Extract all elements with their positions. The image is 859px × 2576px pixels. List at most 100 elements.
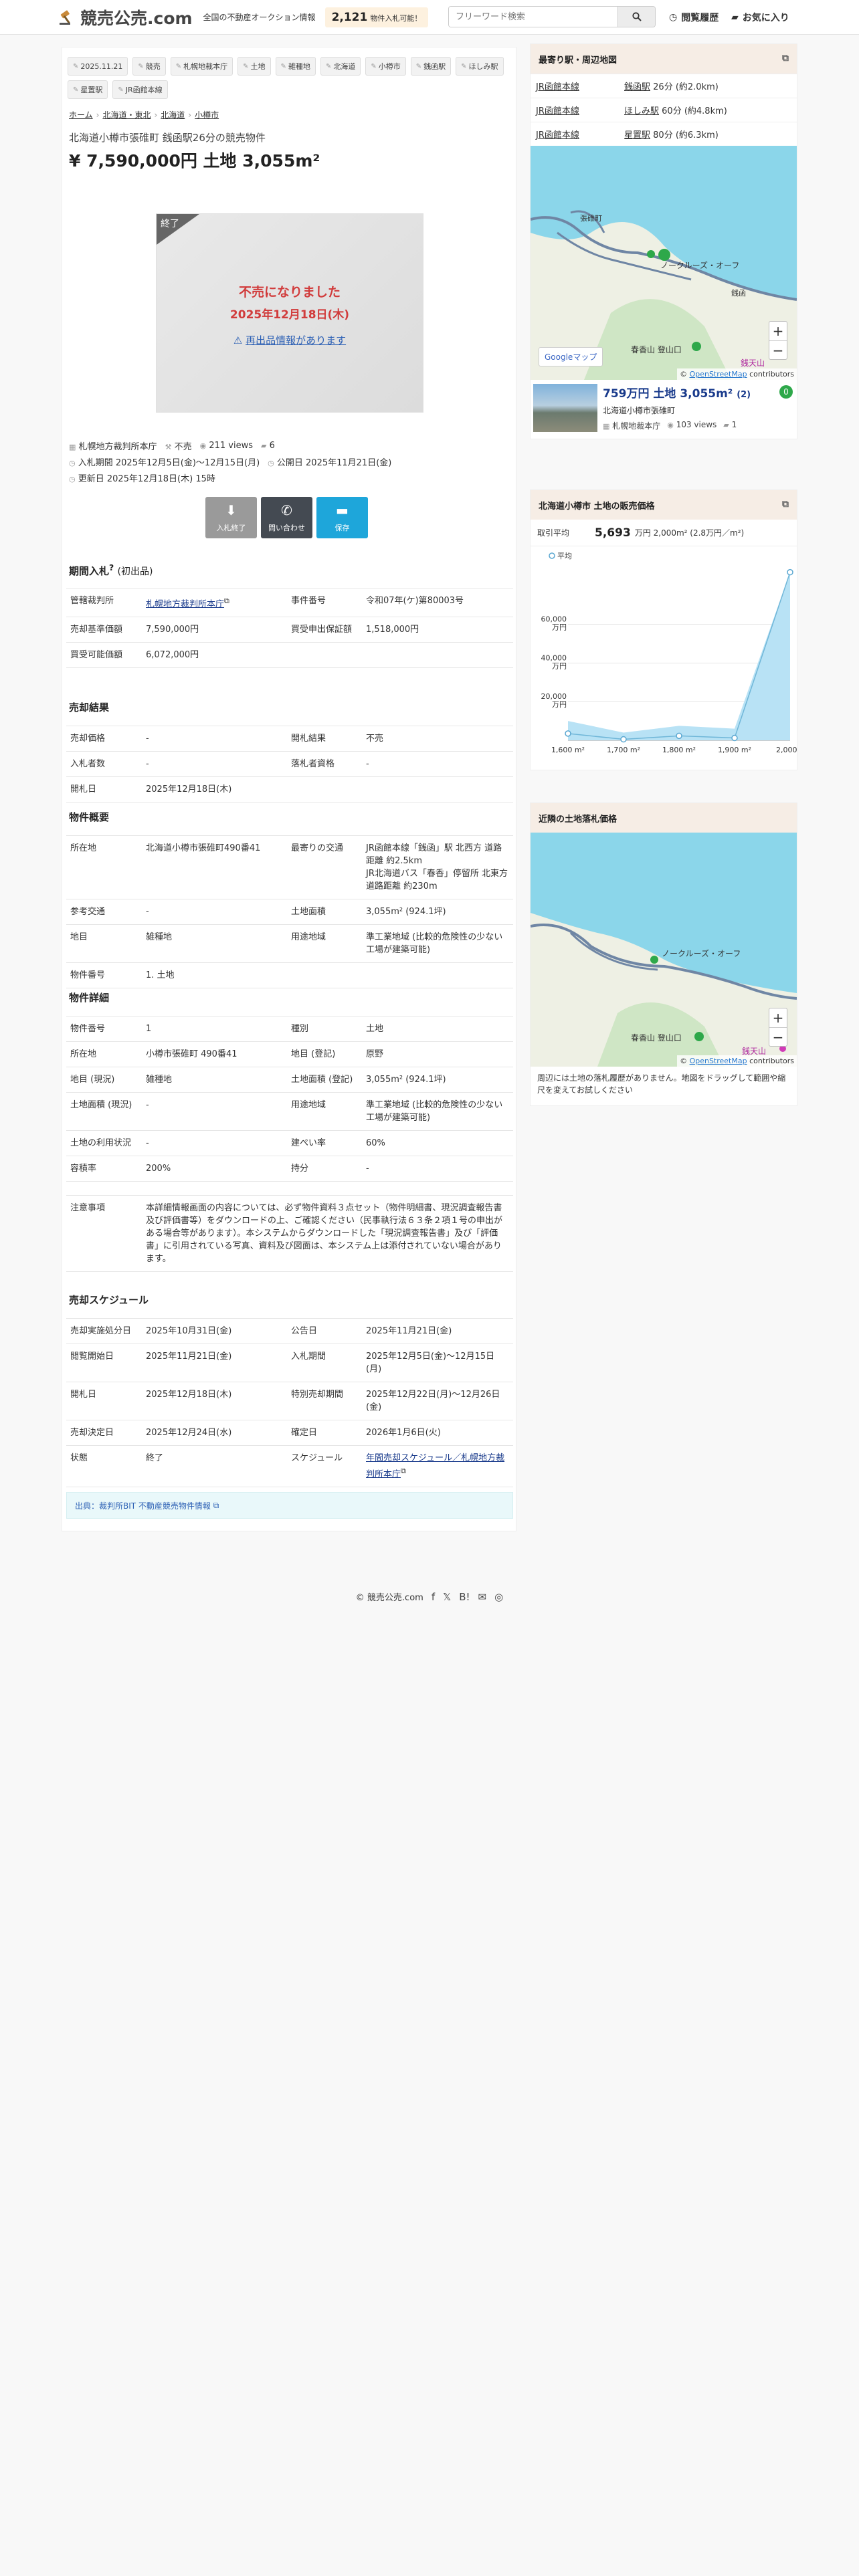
row-value-2-text: 令和07年(ケ)第80003号: [366, 596, 464, 606]
search-button[interactable]: [617, 7, 655, 27]
station-link[interactable]: ほしみ駅: [624, 106, 659, 116]
data-point[interactable]: [787, 568, 793, 576]
zoom-out-button[interactable]: −: [769, 340, 787, 359]
row-value-2: 2026年1月6日(火): [362, 1420, 513, 1446]
row-key-2: 用途地域: [287, 924, 362, 963]
data-point[interactable]: [565, 730, 571, 737]
tag-chip[interactable]: ✎ 小樽市: [365, 57, 406, 76]
table-row: 所在地 小樽市張碓町 490番41 地目 (登記) 原野: [66, 1041, 513, 1067]
social-icon[interactable]: ✉: [478, 1591, 487, 1603]
court-link[interactable]: 札幌地方裁判所本庁: [146, 599, 224, 609]
action-icon: ▬: [336, 502, 349, 518]
tag-chip[interactable]: ✎ 星置駅: [68, 80, 108, 99]
attrib-suffix: contributors: [749, 370, 794, 379]
tag-chip[interactable]: ✎ 競売: [132, 57, 166, 76]
external-link-icon[interactable]: ⧉: [782, 499, 789, 510]
nearby-property-card[interactable]: 759万円 土地 3,055m² (2) 北海道小樽市張碓町 ▦ 札幌地裁本庁 …: [531, 380, 797, 436]
property-subtitle: 北海道小樽市張碓町 銭函駅26分の競売物件: [69, 132, 266, 144]
notice-key: 注意事項: [66, 1195, 142, 1272]
station-link[interactable]: 星置駅: [624, 130, 650, 140]
row-value: 北海道小樽市張碓町490番41: [142, 835, 287, 899]
row-key: 物件番号: [66, 962, 142, 988]
tag-chip[interactable]: ✎ 2025.11.21: [68, 57, 128, 76]
tag-chip[interactable]: ✎ 土地: [237, 57, 271, 76]
row-value-text: 2025年12月18日(木): [146, 1390, 232, 1400]
nearby-header: 最寄り駅・周辺地図 ⧉: [531, 44, 797, 74]
social-icon[interactable]: 𝕏: [443, 1591, 451, 1603]
schedule-title: 売却スケジュール: [69, 1294, 149, 1306]
row-key-2: [287, 642, 362, 669]
meta-row-3: ◷ 更新日 2025年12月18日(木) 15時: [69, 471, 215, 484]
row-key: 開札日: [66, 776, 142, 802]
breadcrumb-link[interactable]: 小樽市: [195, 110, 219, 120]
osm-link[interactable]: OpenStreetMap: [690, 1057, 747, 1065]
zoom-in-button[interactable]: +: [769, 1008, 787, 1027]
breadcrumb-link[interactable]: ホーム: [69, 110, 93, 120]
source-note[interactable]: 出典：裁判所BIT 不動産競売物件情報 ⧉: [66, 1492, 513, 1519]
schedule-link[interactable]: 年間売却スケジュール／札幌地方裁判所本庁: [366, 1453, 504, 1479]
row-key-2: 事件番号: [287, 587, 362, 618]
nearby-court-text: 札幌地裁本庁: [612, 421, 661, 431]
google-map-button[interactable]: Googleマップ: [539, 347, 603, 366]
price-average-row: 取引平均 5,693 万円 2,000m² (2.8万円／m²): [531, 520, 797, 546]
breadcrumb-link[interactable]: 北海道・東北: [102, 110, 151, 120]
y-tick-label: 万円: [552, 623, 567, 632]
reappear-link[interactable]: 再出品情報があります: [246, 334, 346, 346]
external-link-icon[interactable]: ⧉: [782, 53, 789, 64]
row-value-2: [362, 962, 513, 988]
osm-link[interactable]: OpenStreetMap: [690, 370, 747, 379]
social-icon[interactable]: f: [432, 1591, 435, 1603]
nearby-sales-header: 近隣の土地落札価格: [531, 803, 797, 833]
nearby-court: ▦ 札幌地裁本庁: [603, 420, 660, 431]
favorites-label: お気に入り: [742, 13, 789, 23]
action-button[interactable]: ▬ 保存: [316, 497, 368, 538]
row-value-2: 3,055m² (924.1坪): [362, 1067, 513, 1093]
zoom-out-button[interactable]: −: [769, 1027, 787, 1046]
table-row: 土地面積 (現況) - 用途地域 準工業地域 (比較的危険性の少ない工場が建築可能): [66, 1092, 513, 1131]
social-icon[interactable]: B!: [459, 1591, 470, 1603]
data-point[interactable]: [731, 734, 738, 742]
row-value-text: 小樽市張碓町 490番41: [146, 1049, 237, 1059]
station-wrap: 銭函駅 26分 (約2.0km): [624, 80, 719, 92]
site-logo[interactable]: 競売公売.com: [59, 5, 193, 29]
data-point[interactable]: [620, 736, 627, 743]
history-label: 閲覧履歴: [681, 13, 719, 23]
help-icon[interactable]: ?: [109, 562, 114, 572]
data-point[interactable]: [676, 732, 682, 740]
tag-chip[interactable]: ✎ 北海道: [320, 57, 361, 76]
attrib-prefix: ©: [680, 1057, 688, 1065]
breadcrumb-link[interactable]: 北海道: [161, 110, 185, 120]
tag-chip[interactable]: ✎ 雑種地: [275, 57, 316, 76]
nearby-sales-panel: 近隣の土地落札価格 ノークルーズ・オーフ 春香山 登山口 銭天山 + − © Op…: [530, 802, 797, 1106]
line-link[interactable]: JR函館本線: [536, 106, 579, 116]
table-row: 物件番号 1. 土地: [66, 962, 513, 988]
nearby-sales-map[interactable]: ノークルーズ・オーフ 春香山 登山口 銭天山 + − © OpenStreetMa…: [531, 833, 797, 1067]
table-row: 土地の利用状況 - 建ぺい率 60%: [66, 1130, 513, 1156]
detail-title: 物件詳細: [69, 992, 110, 1004]
favorites-link[interactable]: ▰ お気に入り: [731, 11, 789, 24]
tag-chip[interactable]: ✎ ほしみ駅: [456, 57, 504, 76]
tag-chip[interactable]: ✎ 札幌地裁本庁: [170, 57, 233, 76]
row-value-2: 年間売却スケジュール／札幌地方裁判所本庁⧉: [362, 1444, 513, 1488]
station-link[interactable]: 銭函駅: [624, 82, 650, 92]
zoom-in-button[interactable]: +: [769, 322, 787, 340]
line-link[interactable]: JR函館本線: [536, 130, 579, 140]
search-input[interactable]: [449, 7, 617, 27]
history-link[interactable]: ◷ 閲覧履歴: [669, 11, 719, 24]
outline-title: 物件概要: [69, 811, 110, 823]
notice-table: 注意事項 本詳細情報画面の内容については、必ず物件資料３点セット（物件明細書、現況…: [66, 1195, 513, 1272]
legend-label[interactable]: 平均: [557, 552, 572, 560]
tag-chip[interactable]: ✎ 銭函駅: [410, 57, 452, 76]
row-key: 土地の利用状況: [66, 1130, 142, 1156]
station-distance: 60分 (約4.8km): [662, 106, 727, 116]
tag-label: JR函館本線: [125, 86, 163, 94]
tag-chip[interactable]: ✎ JR函館本線: [112, 80, 168, 99]
action-button[interactable]: ✆ 問い合わせ: [261, 497, 312, 538]
nearby-map[interactable]: 張碓町 ノークルーズ・オーフ 銭函 春香山 登山口 銭天山 + − Googleマ…: [531, 146, 797, 380]
line-link[interactable]: JR函館本線: [536, 82, 579, 92]
row-key: 閲覧開始日: [66, 1344, 142, 1382]
row-key: 容積率: [66, 1156, 142, 1182]
nearby-favs: ▰ 1: [723, 420, 737, 431]
social-icon[interactable]: ◎: [494, 1591, 503, 1603]
action-button[interactable]: ⬇ 入札終了: [205, 497, 257, 538]
